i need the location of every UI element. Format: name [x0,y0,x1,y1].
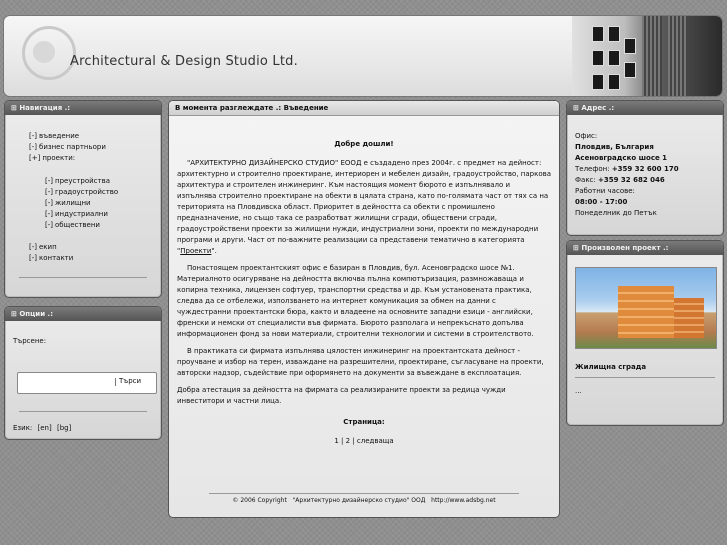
days: Понеделник до Петък [575,209,657,217]
copyright-footer: © 2006 Copyright "Архитектурно дизайнерс… [232,497,496,504]
navigation-panel: ⊞ Навигация .: [-] въведение [-] бизнес па… [4,100,162,298]
logo-icon [22,26,76,80]
language-label: Език: [13,424,33,432]
divider [575,377,715,378]
hours: 08:00 - 17:00 [575,198,628,206]
search-label: Търсене: [13,337,47,345]
nav-item-intro[interactable]: [-] въведение [29,131,106,142]
nav-subitem-renovations[interactable]: [-] преустройства [45,176,118,187]
site-title: Architectural & Design Studio Ltd. [70,54,298,69]
nav-item-team[interactable]: [-] екип [29,242,73,253]
search-button[interactable]: Търси [119,377,141,385]
main-content: В момента разглеждате .: Въведение Добре… [168,100,560,518]
divider [19,411,147,412]
search-form: | Търси [17,372,157,394]
search-input[interactable] [20,375,114,391]
office-label: Офис: [575,132,598,140]
office-paragraph: Понастоящем проектантският офис е базира… [177,264,534,338]
page-label: Страница: [343,418,385,426]
site-header: Architectural & Design Studio Ltd. [4,16,722,96]
lang-en-link[interactable]: [en] [38,424,52,432]
random-project-panel-title: ⊞ Произволен проект .: [567,241,723,255]
practice-paragraph: В практиката си фирмата изпълнява цялост… [177,347,544,377]
options-panel-title: ⊞ Опции .: [5,307,161,321]
nav-item-projects[interactable]: [+] проекти: [29,153,106,164]
navigation-panel-title: ⊞ Навигация .: [5,101,161,115]
language-selector: Език: [en] [bg] [13,424,71,432]
fax: Факс: +359 32 682 046 [575,176,665,184]
next-page-link[interactable]: следваща [357,437,394,445]
breadcrumb: В момента разглеждате .: Въведение [169,101,559,116]
search-separator: | [114,377,117,386]
address-panel-title: ⊞ Адрес .: [567,101,723,115]
street: Асеновградско шосе 1 [575,154,668,162]
projects-link[interactable]: Проекти [180,247,211,255]
city: Пловдив, България [575,143,654,151]
nav-item-contacts[interactable]: [-] контакти [29,253,73,264]
project-more: ... [575,387,582,395]
nav-subitem-residential[interactable]: [-] жилищни [45,198,118,209]
pagination: 1 | 2 | следваща [334,437,394,445]
footer-divider [209,493,519,494]
nav-item-partners[interactable]: [-] бизнес партньори [29,142,106,153]
page-2-link[interactable]: 2 [346,437,350,445]
nav-subitem-urban[interactable]: [-] градоустройство [45,187,118,198]
attestation-paragraph: Добра атестация за дейността на фирмата … [177,386,506,405]
project-photo[interactable] [575,267,717,349]
address-panel: ⊞ Адрес .: Офис: Пловдив, България Асено… [566,100,724,236]
phone: Телефон: +359 32 600 170 [575,165,679,173]
hours-label: Работни часове: [575,187,635,195]
divider [19,277,147,278]
header-building-image [572,16,722,96]
page-1-link[interactable]: 1 [334,437,338,445]
lang-bg-link[interactable]: [bg] [57,424,71,432]
nav-subitem-industrial[interactable]: [-] индустриални [45,209,118,220]
nav-subitem-public[interactable]: [-] обществени [45,220,118,231]
project-caption[interactable]: Жилищна сграда [575,363,646,371]
options-panel: ⊞ Опции .: Търсене: | Търси Език: [en] [… [4,306,162,440]
welcome-heading: Добре дошли! [334,140,394,148]
intro-paragraph: "АРХИТЕКТУРНО ДИЗАЙНЕРСКО СТУДИО" ЕООД е… [177,159,552,255]
random-project-panel: ⊞ Произволен проект .: Жилищна сграда ..… [566,240,724,426]
